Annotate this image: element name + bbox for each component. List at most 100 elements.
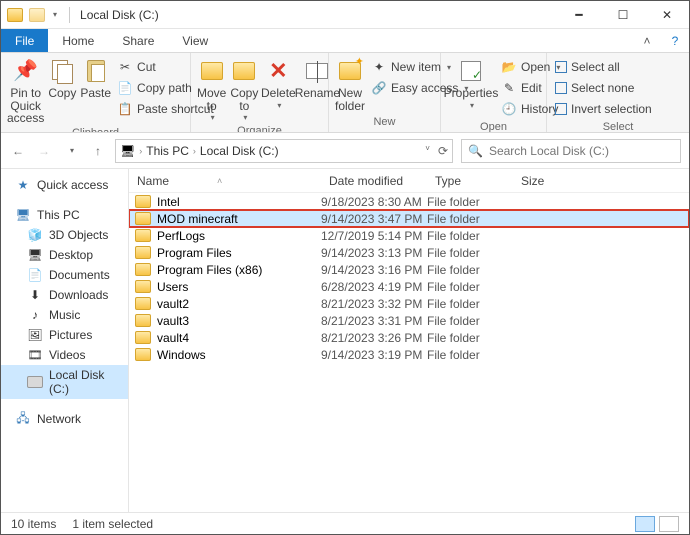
documents-icon: 📄 <box>27 268 43 282</box>
network-icon: 🖧 <box>15 412 31 426</box>
file-name: Program Files (x86) <box>157 263 262 277</box>
column-date[interactable]: Date modified <box>321 174 427 188</box>
table-row[interactable]: vault38/21/2023 3:31 PMFile folder <box>129 312 689 329</box>
folder-icon <box>135 195 151 208</box>
sidebar-item-videos[interactable]: 🎞Videos <box>1 345 128 365</box>
table-row[interactable]: Program Files (x86)9/14/2023 3:16 PMFile… <box>129 261 689 278</box>
paste-shortcut-icon: 📋 <box>117 101 133 117</box>
edit-icon: ✎ <box>501 80 517 96</box>
file-type: File folder <box>427 263 513 277</box>
search-box[interactable]: 🔍 <box>461 139 681 163</box>
selection-count: 1 item selected <box>72 517 153 531</box>
chevron-right-icon[interactable]: › <box>193 146 196 156</box>
back-button[interactable]: ← <box>9 144 27 158</box>
sidebar-item-3d-objects[interactable]: 🧊3D Objects <box>1 225 128 245</box>
close-button[interactable]: ✕ <box>645 1 689 29</box>
new-folder-button[interactable]: New folder <box>335 55 365 112</box>
tab-view[interactable]: View <box>168 29 222 52</box>
move-to-icon <box>201 62 223 80</box>
folder-icon <box>29 8 45 22</box>
rename-icon <box>306 63 328 79</box>
chevron-right-icon[interactable]: › <box>139 146 142 156</box>
table-row[interactable]: Intel9/18/2023 8:30 AMFile folder <box>129 193 689 210</box>
folder-icon <box>135 297 151 310</box>
forward-button[interactable]: → <box>35 144 53 158</box>
copy-to-button[interactable]: Copy to▾ <box>230 55 258 123</box>
maximize-button[interactable]: ☐ <box>601 1 645 29</box>
sidebar-item-pictures[interactable]: 🖼Pictures <box>1 325 128 345</box>
address-dropdown-icon[interactable]: ˅ <box>425 144 430 158</box>
sidebar-item-this-pc[interactable]: 🖥This PC <box>1 205 128 225</box>
sidebar-item-downloads[interactable]: ⬇Downloads <box>1 285 128 305</box>
file-date: 8/21/2023 3:32 PM <box>321 297 427 311</box>
tab-file[interactable]: File <box>1 29 48 52</box>
folder-icon <box>135 314 151 327</box>
up-button[interactable]: ↑ <box>89 144 107 158</box>
paste-icon <box>87 60 105 82</box>
select-none-button[interactable]: Select none <box>553 78 654 98</box>
table-row[interactable]: Windows9/14/2023 3:19 PMFile folder <box>129 346 689 363</box>
ribbon-collapse-icon[interactable]: ˄ <box>633 29 661 52</box>
pc-icon: 🖥 <box>120 144 135 158</box>
file-name: PerfLogs <box>157 229 205 243</box>
tab-share[interactable]: Share <box>108 29 168 52</box>
group-label: Open <box>441 121 546 133</box>
file-name: vault2 <box>157 297 189 311</box>
column-type[interactable]: Type <box>427 174 513 188</box>
sidebar-item-network[interactable]: 🖧Network <box>1 409 128 429</box>
copy-path-icon: 📄 <box>117 80 133 96</box>
copy-button[interactable]: Copy <box>48 55 76 100</box>
properties-button[interactable]: Properties▾ <box>447 55 495 110</box>
table-row[interactable]: MOD minecraft9/14/2023 3:47 PMFile folde… <box>129 210 689 227</box>
move-to-button[interactable]: Move to▾ <box>197 55 226 123</box>
file-name: Users <box>157 280 188 294</box>
delete-button[interactable]: ✕ Delete▾ <box>262 55 294 110</box>
breadcrumb-local-disk[interactable]: Local Disk (C:) <box>200 144 279 158</box>
select-none-icon <box>555 82 567 94</box>
sort-indicator-icon: ˄ <box>217 176 222 186</box>
select-all-button[interactable]: Select all <box>553 57 654 77</box>
table-row[interactable]: Program Files9/14/2023 3:13 PMFile folde… <box>129 244 689 261</box>
breadcrumb-this-pc[interactable]: This PC <box>146 144 189 158</box>
address-bar[interactable]: 🖥 › This PC › Local Disk (C:) ˅ ⟳ <box>115 139 453 163</box>
sidebar-item-music[interactable]: ♪Music <box>1 305 128 325</box>
new-folder-icon <box>339 62 361 80</box>
sidebar-item-quick-access[interactable]: ★Quick access <box>1 175 128 195</box>
music-icon: ♪ <box>27 308 43 322</box>
file-date: 8/21/2023 3:26 PM <box>321 331 427 345</box>
table-row[interactable]: PerfLogs12/7/2019 5:14 PMFile folder <box>129 227 689 244</box>
column-name[interactable]: Name˄ <box>129 174 321 188</box>
sidebar-item-local-disk[interactable]: Local Disk (C:) <box>1 365 128 399</box>
tab-home[interactable]: Home <box>48 29 108 52</box>
table-row[interactable]: vault48/21/2023 3:26 PMFile folder <box>129 329 689 346</box>
minimize-button[interactable]: ━ <box>557 1 601 29</box>
refresh-button[interactable]: ⟳ <box>438 144 448 158</box>
sidebar-item-documents[interactable]: 📄Documents <box>1 265 128 285</box>
table-row[interactable]: Users6/28/2023 4:19 PMFile folder <box>129 278 689 295</box>
file-date: 9/18/2023 8:30 AM <box>321 195 427 209</box>
paste-button[interactable]: Paste <box>80 55 111 100</box>
table-row[interactable]: vault28/21/2023 3:32 PMFile folder <box>129 295 689 312</box>
column-size[interactable]: Size <box>513 174 573 188</box>
folder-icon <box>135 280 151 293</box>
new-item-icon: ✦ <box>371 59 387 75</box>
open-icon: 📂 <box>501 59 517 75</box>
folder-icon <box>135 246 151 259</box>
thumbnails-view-button[interactable] <box>659 516 679 532</box>
column-headers: Name˄ Date modified Type Size <box>129 169 689 193</box>
file-date: 9/14/2023 3:13 PM <box>321 246 427 260</box>
search-input[interactable] <box>489 144 674 158</box>
3d-objects-icon: 🧊 <box>27 228 43 242</box>
pin-icon: 📌 <box>12 57 40 85</box>
details-view-button[interactable] <box>635 516 655 532</box>
qat-dropdown-icon[interactable]: ▾ <box>53 10 57 19</box>
recent-locations-icon[interactable]: ▾ <box>63 146 81 155</box>
help-icon[interactable]: ? <box>661 29 689 52</box>
group-label: Organize <box>191 125 328 133</box>
file-date: 6/28/2023 4:19 PM <box>321 280 427 294</box>
sidebar-item-desktop[interactable]: 🖥Desktop <box>1 245 128 265</box>
invert-selection-button[interactable]: Invert selection <box>553 99 654 119</box>
pin-to-quick-access-button[interactable]: 📌 Pin to Quick access <box>7 55 44 125</box>
copy-icon <box>52 60 72 82</box>
item-count: 10 items <box>11 517 56 531</box>
